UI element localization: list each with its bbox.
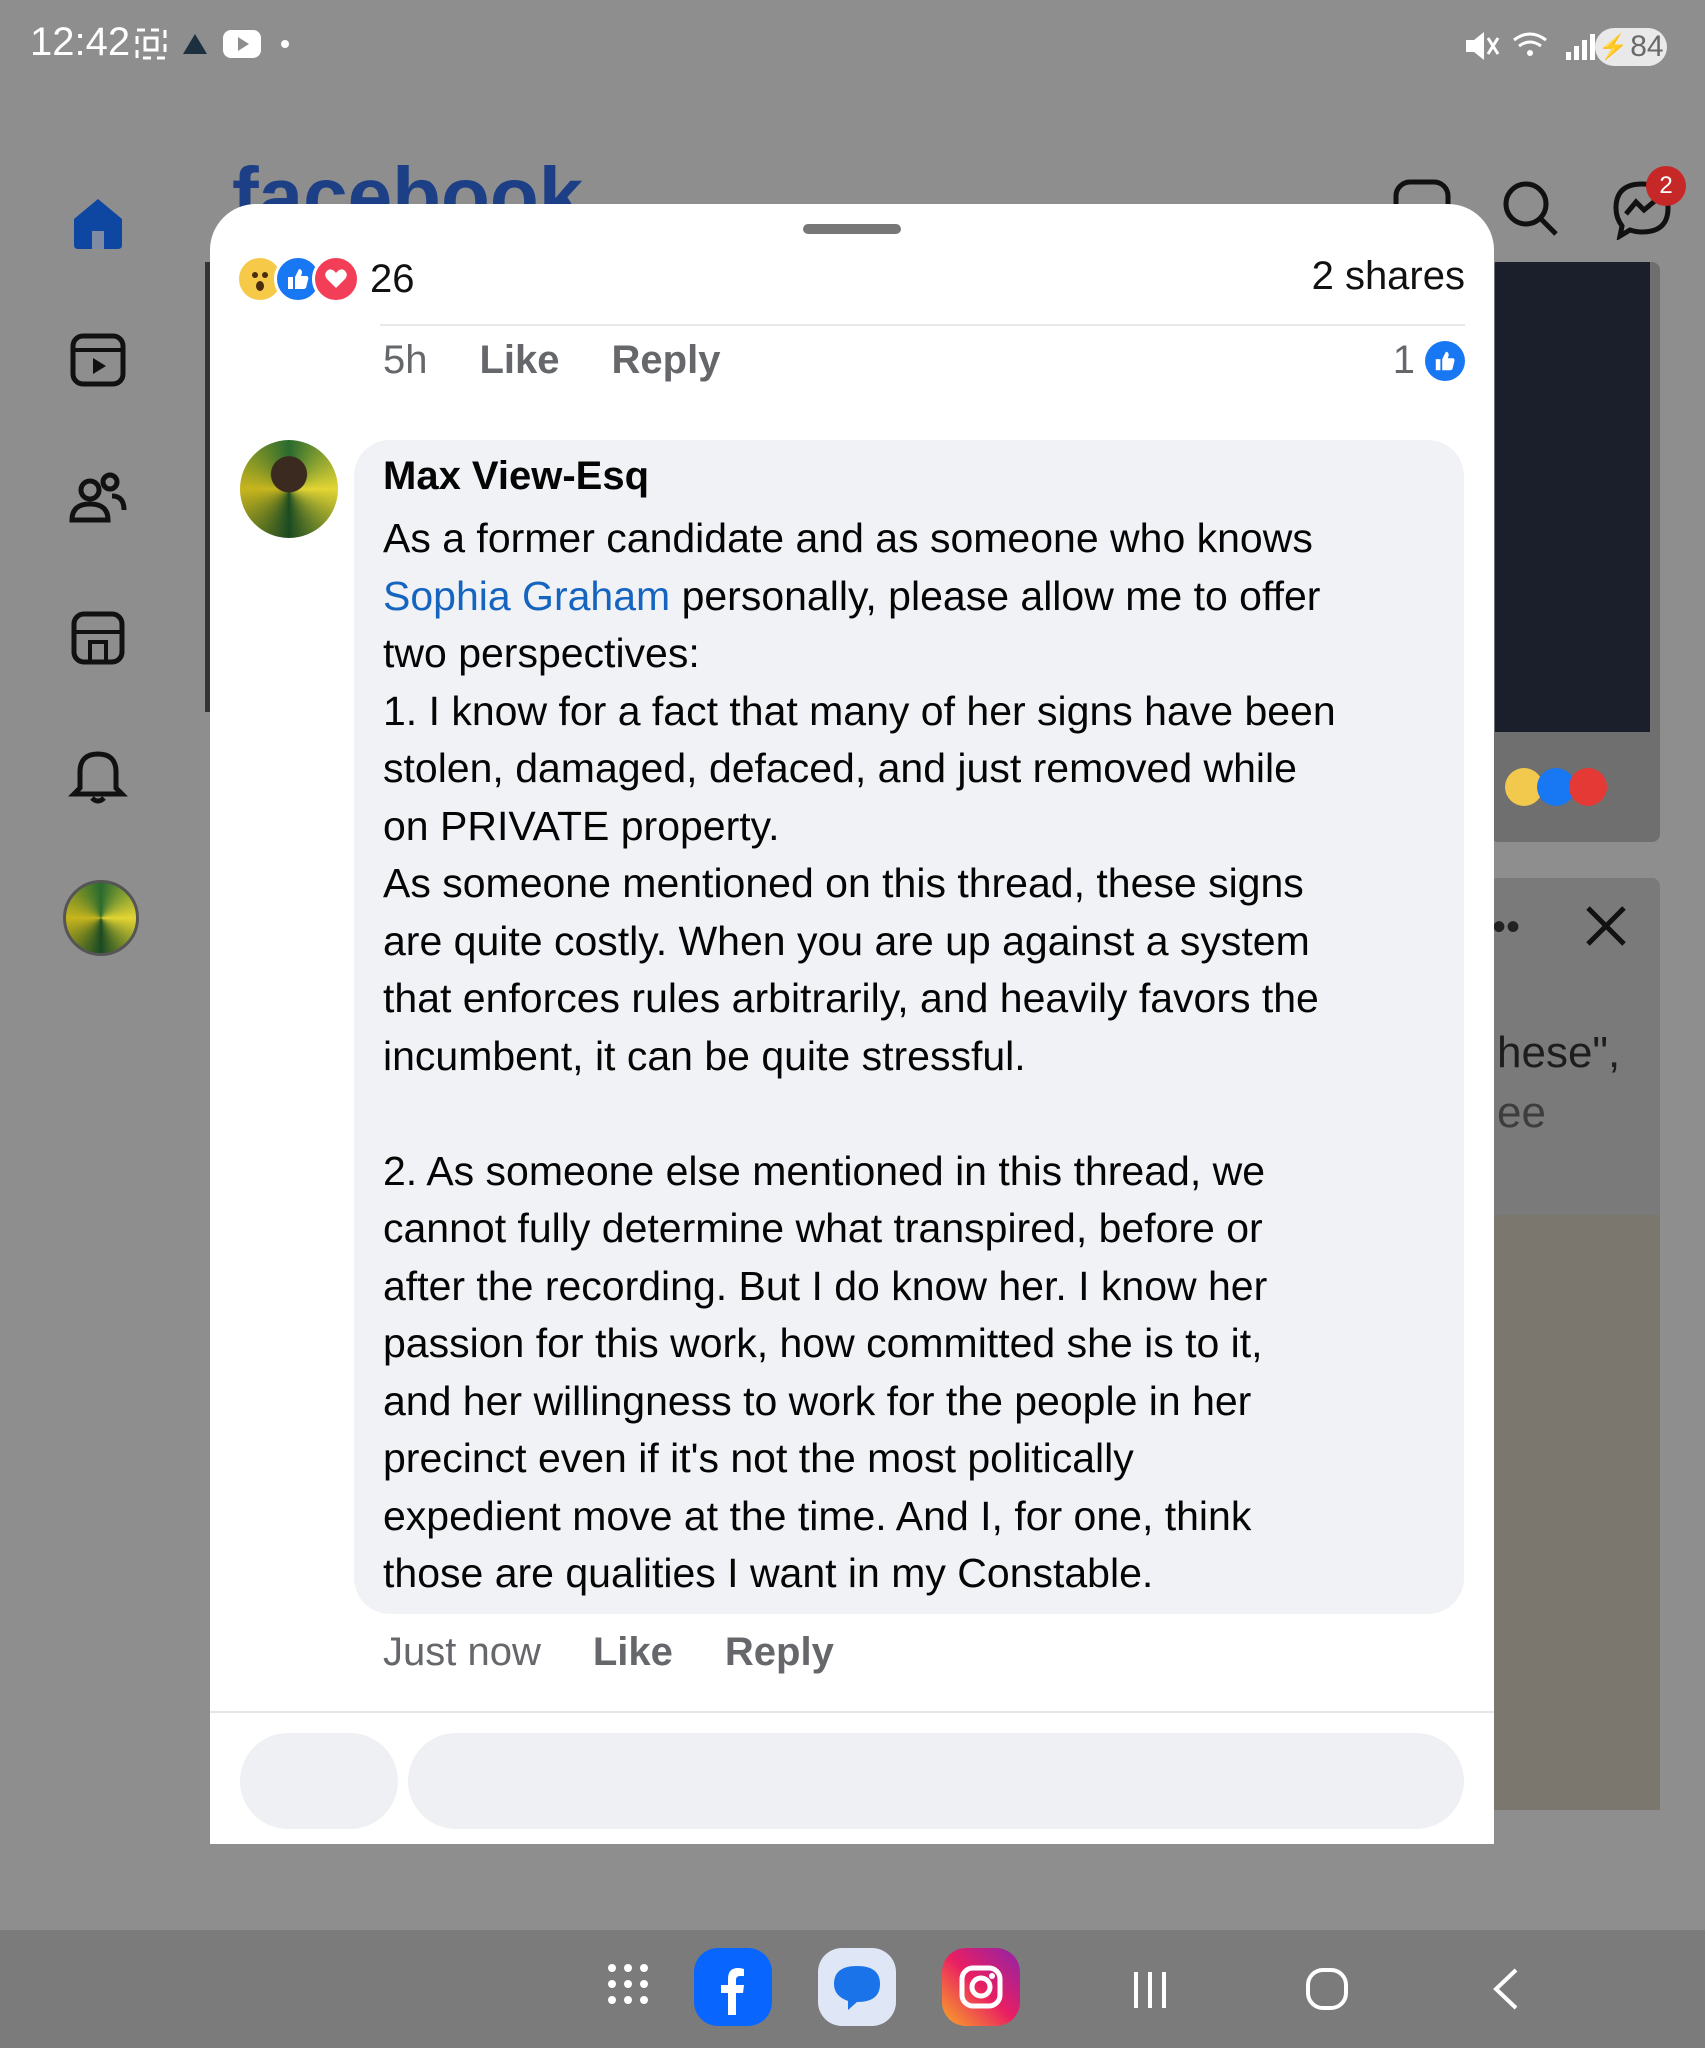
reaction-count: 26: [370, 256, 415, 301]
profile-avatar-icon[interactable]: [63, 880, 139, 956]
comment-time: Just now: [383, 1630, 541, 1674]
commenter-avatar[interactable]: [240, 440, 338, 538]
search-icon[interactable]: [1500, 178, 1560, 238]
bell-icon[interactable]: [68, 746, 128, 806]
prev-comment-time: 5h: [383, 338, 428, 382]
composer-avatar-placeholder[interactable]: [240, 1733, 398, 1829]
comment-text: As a former candidate and as someone who…: [383, 510, 1443, 1603]
back-icon[interactable]: [1488, 1966, 1524, 2012]
like-count-value: 1: [1392, 338, 1415, 382]
instagram-app-icon[interactable]: [942, 1948, 1020, 2026]
video-icon[interactable]: [68, 330, 128, 390]
messages-app-icon[interactable]: [818, 1948, 896, 2026]
background-post-image: [1495, 262, 1650, 732]
messenger-badge: 2: [1646, 166, 1686, 206]
comment-like-button[interactable]: Like: [593, 1630, 673, 1675]
mention-link[interactable]: Sophia Graham: [383, 573, 670, 619]
comment-reply-button[interactable]: Reply: [725, 1630, 834, 1675]
notification-icons: [135, 28, 289, 60]
close-icon[interactable]: [1584, 904, 1628, 948]
marketplace-icon[interactable]: [68, 608, 128, 668]
friends-icon[interactable]: [68, 468, 128, 528]
love-icon: [312, 255, 360, 303]
reaction-summary[interactable]: 26: [236, 254, 415, 304]
comment-author[interactable]: Max View-Esq: [383, 454, 649, 499]
status-time: 12:42: [30, 20, 131, 64]
composer-divider: [210, 1711, 1494, 1713]
shares-count[interactable]: 2 shares: [1312, 254, 1465, 299]
recent-apps-icon[interactable]: [1130, 1968, 1170, 2012]
prev-comment-actions: 5h Like Reply: [383, 338, 772, 383]
background-partial-text-2: ee: [1497, 1088, 1546, 1137]
love-icon: [1569, 768, 1607, 806]
battery-level: 84: [1630, 30, 1664, 63]
home-button-icon[interactable]: [1304, 1966, 1350, 2012]
prev-comment-like-count[interactable]: 1: [1393, 338, 1465, 383]
status-bar: 12:42 ⚡ 84: [0, 0, 1705, 96]
background-post-image-2: [1490, 1215, 1660, 1810]
prev-comment-like-button[interactable]: Like: [480, 338, 560, 383]
facebook-app-icon[interactable]: [694, 1948, 772, 2026]
home-icon[interactable]: [68, 193, 128, 253]
divider: [380, 324, 1465, 326]
app-drawer-icon[interactable]: [604, 1960, 652, 2008]
comment-text-part-1: As a former candidate and as someone who…: [383, 515, 1313, 561]
battery-bolt-icon: ⚡: [1598, 33, 1629, 61]
background-partial-text: hese",: [1497, 1028, 1621, 1077]
comment-input[interactable]: [408, 1733, 1464, 1829]
like-icon: [1425, 340, 1465, 381]
drag-handle[interactable]: [803, 224, 901, 234]
background-reactions: [1505, 768, 1607, 806]
more-options-icon[interactable]: ••: [1492, 905, 1520, 950]
battery-indicator: ⚡ 84: [1595, 28, 1667, 66]
comment-text-part-2: personally, please allow me to offer two…: [383, 572, 1336, 1597]
comment-actions: Just now Like Reply: [383, 1630, 886, 1675]
prev-comment-reply-button[interactable]: Reply: [612, 338, 721, 383]
